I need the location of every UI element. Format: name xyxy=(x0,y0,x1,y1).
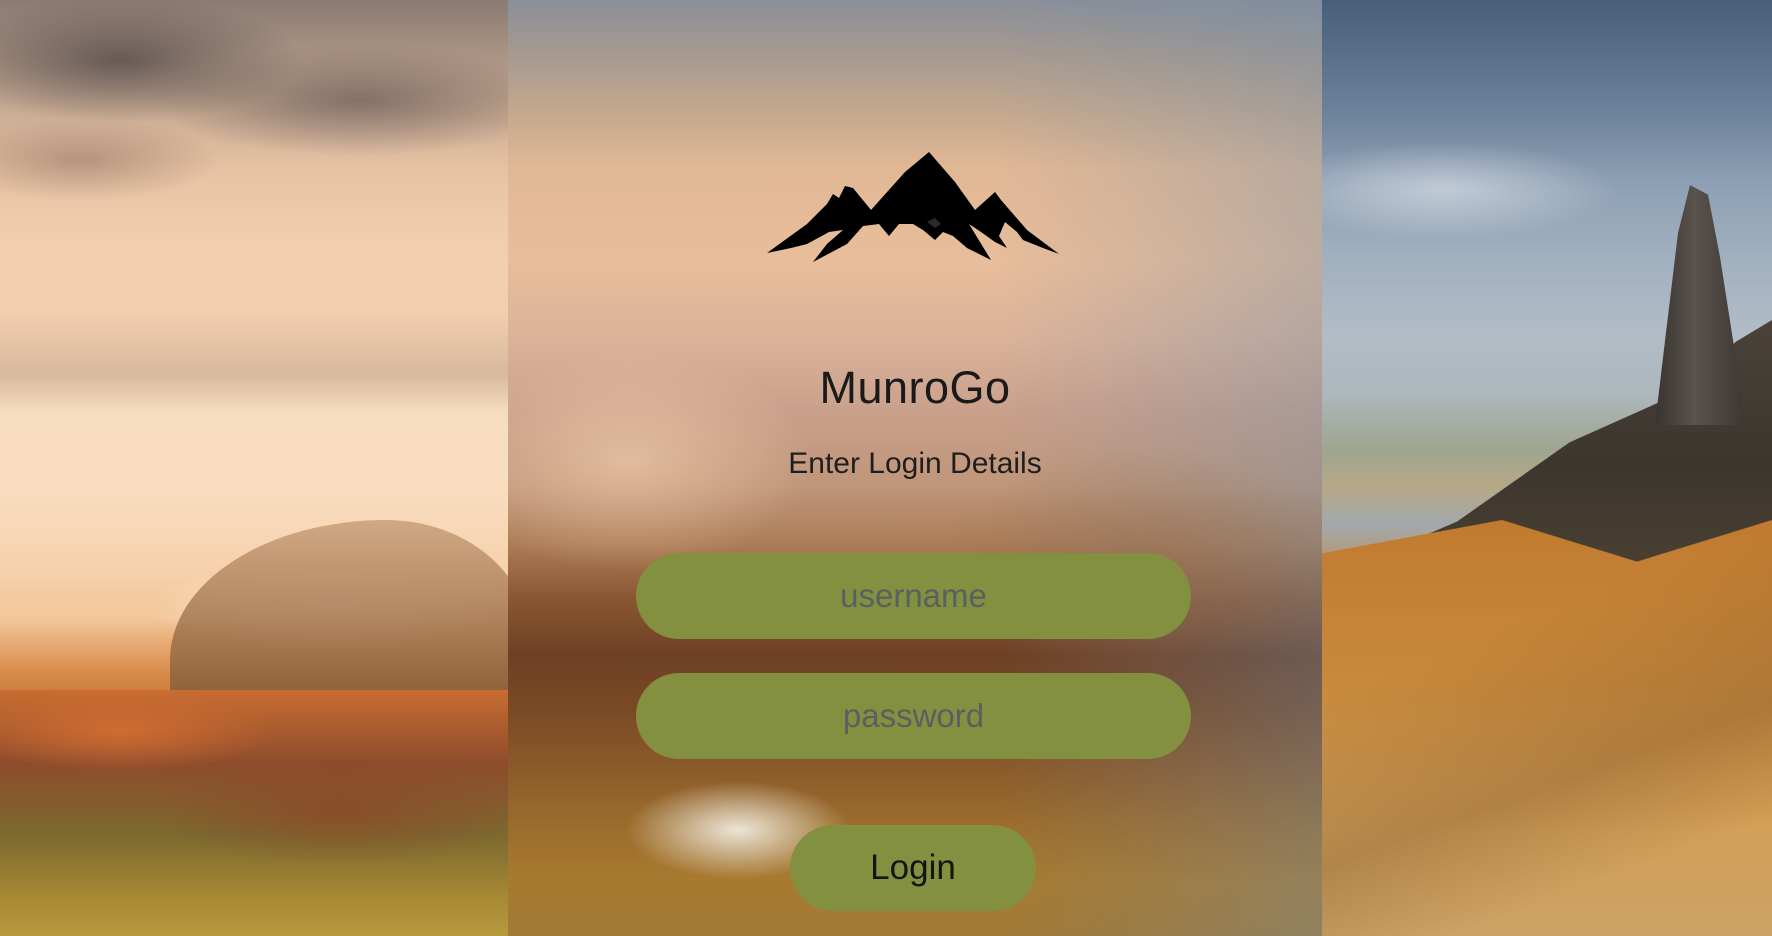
username-input[interactable] xyxy=(636,553,1191,639)
login-screen: MunroGo Enter Login Details Login xyxy=(0,0,1772,936)
clouds xyxy=(0,0,508,200)
background-right-scenery xyxy=(1322,0,1772,936)
password-input[interactable] xyxy=(636,673,1191,759)
app-title: MunroGo xyxy=(819,362,1011,413)
grassy-slope xyxy=(1322,520,1772,936)
login-button[interactable]: Login xyxy=(790,825,1036,911)
background-left-scenery xyxy=(0,0,530,936)
mountains-icon xyxy=(767,152,1059,262)
ground xyxy=(0,690,508,936)
login-subtitle: Enter Login Details xyxy=(788,447,1042,480)
